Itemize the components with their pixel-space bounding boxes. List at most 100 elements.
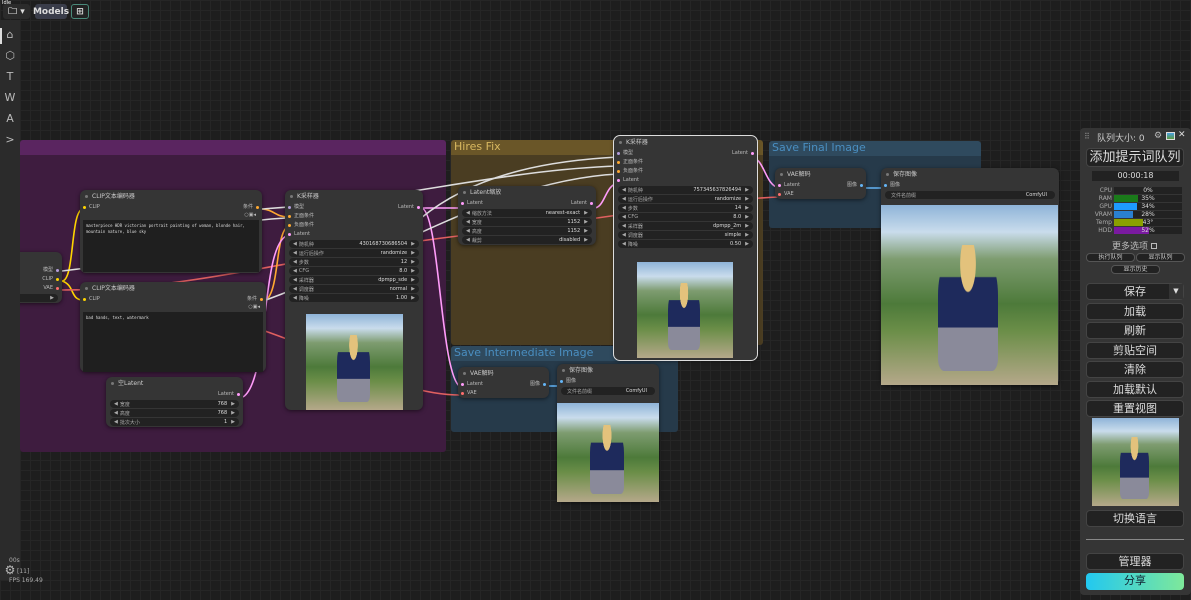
widget-3[interactable]: ◀ CFG 8.0 ▶ — [618, 213, 753, 221]
input-slot[interactable] — [778, 193, 781, 196]
more-options-toggle[interactable]: 更多选项 — [1112, 239, 1157, 252]
input-slot[interactable] — [288, 233, 291, 236]
arrow-left-icon[interactable]: ◀ — [622, 205, 626, 211]
input-slot[interactable] — [461, 383, 464, 386]
arrow-right-icon[interactable]: ▶ — [411, 295, 415, 301]
arrow-left-icon[interactable]: ◀ — [293, 250, 297, 256]
output-slot[interactable]: 模型 — [43, 266, 59, 275]
a-icon[interactable]: A — [0, 112, 20, 125]
widget-6[interactable]: ◀ 降噪 1.00 ▶ — [289, 294, 419, 302]
output-dot[interactable] — [860, 184, 863, 187]
show-history-button[interactable]: 显示历史 — [1111, 265, 1160, 274]
output-dot[interactable] — [56, 287, 59, 290]
output-slot[interactable]: Latent — [732, 149, 754, 158]
arrow-right-icon[interactable]: ▶ — [584, 228, 588, 234]
widget-3[interactable]: ◀ 裁剪 disabled ▶ — [462, 236, 592, 244]
arrow-right-icon[interactable]: ▶ — [745, 214, 749, 220]
input-slot[interactable] — [288, 206, 291, 209]
close-icon[interactable]: ✕ — [1178, 130, 1186, 140]
node-latent-upscale[interactable]: Latent缩放 Latent Latent ◀ 缩放方法 nearest-exact ▶ ◀… — [458, 186, 596, 245]
arrow-right-icon[interactable]: ▶ — [745, 241, 749, 247]
input-slot[interactable] — [617, 152, 620, 155]
widget-1[interactable]: ◀ 运行后操作 randomize ▶ — [289, 249, 419, 257]
arrow-left-icon[interactable]: ◀ — [622, 223, 626, 229]
widget-0[interactable]: ◀ 宽度 768 ▶ — [110, 400, 239, 408]
output-dot[interactable] — [260, 298, 263, 301]
node-clip1[interactable]: CLIP文本编码器 CLIP 条件 ○▣◂ masterpiece HDR victor… — [80, 190, 262, 273]
workflow-menu-button[interactable]: 🗀 ▾ — [3, 4, 30, 19]
widget-2[interactable]: ◀ 批次大小 1 ▶ — [110, 418, 239, 426]
arrow-right-icon[interactable]: ▶ — [411, 277, 415, 283]
image-icon[interactable] — [1166, 132, 1175, 140]
refresh-button[interactable]: 刷新 — [1086, 322, 1184, 339]
widget-6[interactable]: ◀ 降噪 0.50 ▶ — [618, 240, 753, 248]
arrow-right-icon[interactable]: ▶ — [411, 268, 415, 274]
arrow-right-icon[interactable]: ▶ — [745, 232, 749, 238]
output-slot[interactable]: Latent — [398, 203, 420, 212]
input-slot[interactable] — [617, 179, 620, 182]
widget-1[interactable]: ◀ 宽度 1152 ▶ — [462, 218, 592, 226]
arrow-right-icon[interactable]: ▶ — [231, 410, 235, 416]
output-dot[interactable] — [751, 152, 754, 155]
new-workflow-button[interactable]: ⊞ — [71, 4, 89, 19]
input-slot[interactable] — [288, 215, 291, 218]
arrow-left-icon[interactable]: ◀ — [293, 295, 297, 301]
output-slot[interactable]: 条件 — [243, 203, 259, 212]
arrow-left-icon[interactable]: ◀ — [114, 401, 118, 407]
widget-2[interactable]: ◀ 步数 12 ▶ — [289, 258, 419, 266]
terminal-icon[interactable]: > — [0, 133, 20, 146]
arrow-left-icon[interactable]: ◀ — [622, 187, 626, 193]
input-slot[interactable] — [288, 224, 291, 227]
output-dot[interactable] — [56, 269, 59, 272]
arrow-left-icon[interactable]: ◀ — [293, 286, 297, 292]
widget-3[interactable]: ◀ CFG 8.0 ▶ — [289, 267, 419, 275]
clear-button[interactable]: 清除 — [1086, 361, 1184, 378]
manager-button[interactable]: 管理器 — [1086, 553, 1184, 570]
arrow-right-icon[interactable]: ▶ — [584, 210, 588, 216]
arrow-right-icon[interactable]: ▶ — [584, 237, 588, 243]
node-clip2[interactable]: CLIP文本编码器 CLIP 条件 ○▣◂ bad hands, text, water… — [80, 282, 266, 372]
arrow-right-icon[interactable]: ▶ — [745, 196, 749, 202]
widget-1[interactable]: ◀ 高度 768 ▶ — [110, 409, 239, 417]
widget-5[interactable]: ◀ 调度器 simple ▶ — [618, 231, 753, 239]
arrow-left-icon[interactable]: ◀ — [114, 419, 118, 425]
widget-4[interactable]: ◀ 采样器 dpmpp_sde ▶ — [289, 276, 419, 284]
input-slot[interactable] — [778, 184, 781, 187]
output-dot[interactable] — [56, 278, 59, 281]
arrow-left-icon[interactable]: ◀ — [293, 241, 297, 247]
share-button[interactable]: 分享 — [1086, 573, 1184, 590]
output-dot[interactable] — [417, 206, 420, 209]
drag-handle[interactable]: ⠿ — [1084, 132, 1090, 141]
output-slot[interactable]: Latent — [218, 390, 240, 399]
output-dot[interactable] — [543, 383, 546, 386]
arrow-left-icon[interactable]: ◀ — [114, 410, 118, 416]
output-dot[interactable] — [590, 202, 593, 205]
widget-0[interactable]: 文件名前缀 ComfyUI — [885, 191, 1055, 199]
arrow-left-icon[interactable]: ◀ — [466, 228, 470, 234]
widget-0[interactable]: 文件名前缀 ComfyUI — [561, 387, 655, 395]
cube-icon[interactable]: ⬡ — [0, 49, 20, 62]
widget-0[interactable]: ◀ 随机种 430168730686504 ▶ — [289, 240, 419, 248]
arrow-right-icon[interactable]: ▶ — [411, 286, 415, 292]
arrow-left-icon[interactable]: ◀ — [622, 196, 626, 202]
show-queue-button[interactable]: 显示队列 — [1136, 253, 1185, 262]
w-icon[interactable]: W — [0, 91, 20, 104]
output-slot[interactable]: VAE — [43, 284, 59, 293]
output-slot[interactable]: 图像 — [530, 380, 546, 389]
prompt-textarea[interactable]: bad hands, text, watermark — [83, 312, 263, 372]
arrow-left-icon[interactable]: ◀ — [293, 259, 297, 265]
node-empty-latent[interactable]: 空Latent Latent ◀ 宽度 768 ▶ ◀ 高度 768 ▶ ◀ 批次大小 1 ▶ — [106, 377, 243, 427]
input-slot[interactable] — [884, 184, 887, 187]
arrow-right-icon[interactable]: ▶ — [50, 295, 54, 301]
arrow-right-icon[interactable]: ▶ — [584, 219, 588, 225]
widget-0[interactable]: ◀ 随机种 757345637826494 ▶ — [618, 186, 753, 194]
arrow-left-icon[interactable]: ◀ — [293, 277, 297, 283]
widget-5[interactable]: ◀ 调度器 normal ▶ — [289, 285, 419, 293]
arrow-right-icon[interactable]: ▶ — [411, 259, 415, 265]
arrow-right-icon[interactable]: ▶ — [411, 250, 415, 256]
reset-view-button[interactable]: 重置视图 — [1086, 400, 1184, 417]
prompt-textarea[interactable]: masterpiece HDR victorian portrait paint… — [83, 220, 259, 272]
load-button[interactable]: 加载 — [1086, 303, 1184, 320]
checkbox[interactable] — [1150, 243, 1157, 249]
input-slot[interactable] — [560, 380, 563, 383]
